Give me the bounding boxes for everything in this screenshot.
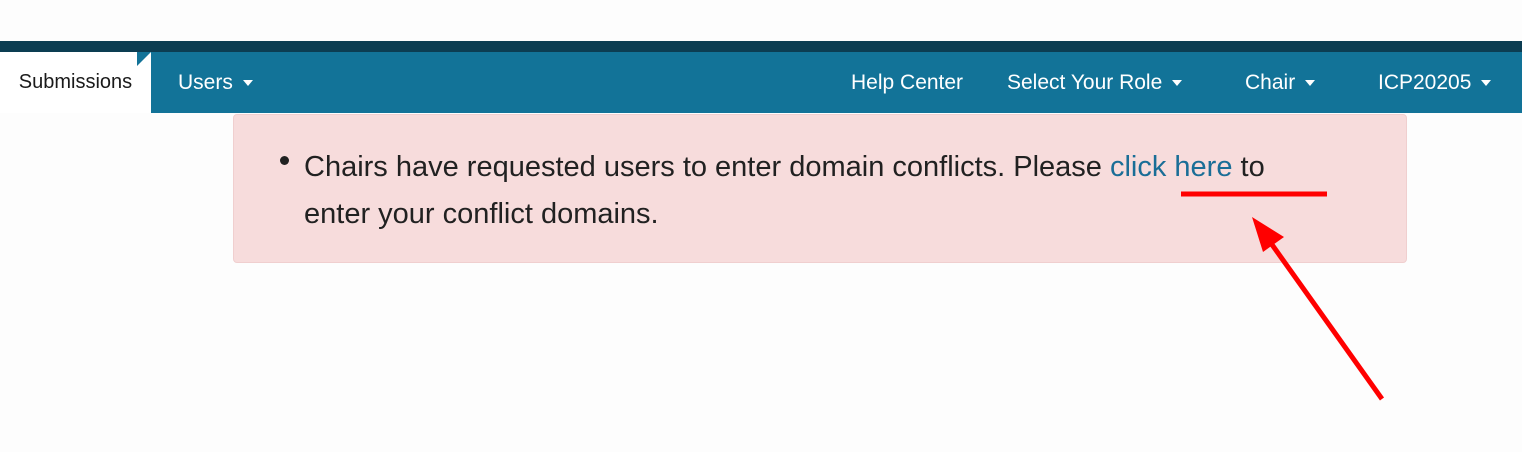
nav-help-center[interactable]: Help Center — [851, 52, 963, 113]
nav-conference-label: ICP20205 — [1378, 70, 1472, 94]
alert-text-after: to — [1232, 151, 1265, 183]
annotation-arrow-shaft — [1265, 237, 1385, 401]
caret-down-icon — [242, 79, 253, 86]
tab-submissions[interactable]: Submissions — [0, 52, 151, 113]
nav-help-center-label: Help Center — [851, 70, 964, 94]
list-bullet — [280, 156, 289, 165]
tab-submissions-label: Submissions — [18, 71, 133, 93]
nav-select-role-dropdown[interactable]: Select Your Role — [1007, 52, 1183, 113]
nav-chair-dropdown[interactable]: Chair — [1245, 52, 1316, 113]
top-navbar: Users Help Center Select Your Role Chair… — [0, 52, 1522, 113]
click-here-link[interactable]: click here — [1110, 151, 1233, 183]
nav-select-role-label: Select Your Role — [1007, 70, 1163, 94]
caret-down-icon — [1305, 79, 1316, 86]
alert-message-line-1: Chairs have requested users to enter dom… — [304, 144, 1384, 190]
header-top-strip — [0, 41, 1522, 52]
nav-conference-dropdown[interactable]: ICP20205 — [1378, 52, 1492, 113]
page: Users Help Center Select Your Role Chair… — [0, 0, 1522, 452]
alert-text-before: Chairs have requested users to enter dom… — [304, 151, 1110, 183]
tab-corner-fold — [137, 52, 151, 66]
domain-conflict-alert: Chairs have requested users to enter dom… — [233, 114, 1407, 263]
alert-message-line-2: enter your conflict domains. — [304, 198, 659, 230]
nav-chair-label: Chair — [1245, 70, 1296, 94]
nav-users-label: Users — [178, 70, 233, 94]
caret-down-icon — [1172, 79, 1183, 86]
nav-users-dropdown[interactable]: Users — [178, 52, 253, 113]
caret-down-icon — [1481, 79, 1492, 86]
